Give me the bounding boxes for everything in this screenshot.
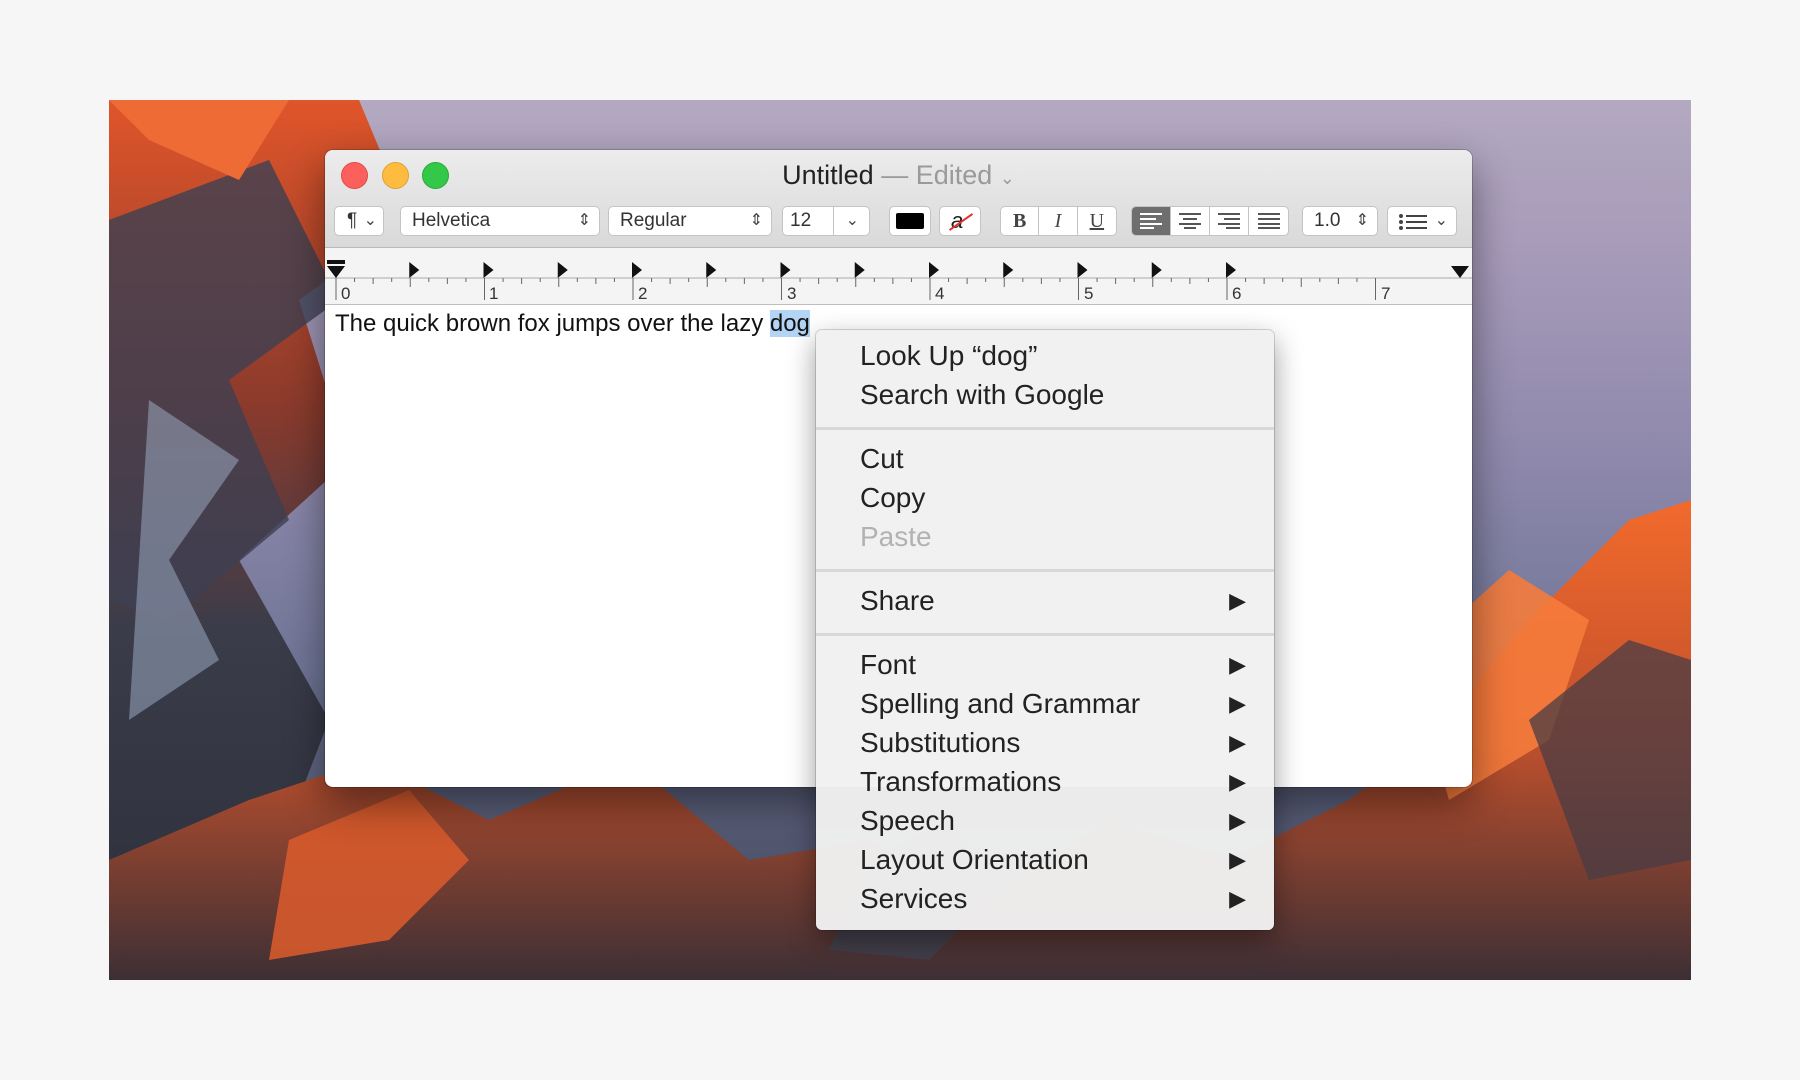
- menu-item-label: Speech: [860, 805, 955, 836]
- divider: [833, 207, 834, 235]
- chevron-down-icon: ⌄: [363, 212, 377, 229]
- menu-item-label: Services: [860, 883, 968, 914]
- submenu-arrow-icon: ▶: [1229, 730, 1246, 755]
- menu-item-transformations[interactable]: Transformations ▶: [860, 764, 1246, 800]
- menu-item-layout-orientation[interactable]: Layout Orientation ▶: [860, 842, 1246, 878]
- menu-separator: [816, 633, 1274, 636]
- up-down-arrows-icon: ⇕: [1355, 212, 1369, 229]
- justify-icon: [1257, 213, 1280, 229]
- menu-item-label: Substitutions: [860, 727, 1021, 758]
- menu-item-cut[interactable]: Cut: [860, 441, 1246, 477]
- menu-separator: [816, 569, 1274, 572]
- titlebar: Untitled — Edited ⌄ ¶ ⌄ Helvetica ⇕ Regu…: [325, 150, 1472, 248]
- ruler-number: 7: [1381, 284, 1391, 303]
- justify-button[interactable]: [1249, 207, 1288, 235]
- ruler-number: 2: [638, 284, 648, 303]
- edited-status: Edited: [915, 160, 993, 190]
- menu-item-label: Layout Orientation: [860, 844, 1089, 875]
- document-text-body: The quick brown fox jumps over the lazy: [335, 310, 770, 337]
- font-style-value: Regular: [620, 210, 687, 231]
- font-family-value: Helvetica: [412, 210, 491, 231]
- menu-item-label: Share: [860, 585, 935, 616]
- ruler-number: 5: [1084, 284, 1094, 303]
- up-down-arrows-icon: ⇕: [577, 212, 591, 229]
- menu-item-label: Transformations: [860, 766, 1062, 797]
- align-left-button[interactable]: [1132, 207, 1171, 235]
- line-spacing-select[interactable]: 1.0 ⇕: [1302, 206, 1378, 236]
- align-left-icon: [1140, 213, 1162, 229]
- underline-button[interactable]: U: [1078, 207, 1116, 235]
- submenu-arrow-icon: ▶: [1229, 847, 1246, 872]
- text-color-well[interactable]: [889, 206, 931, 236]
- paragraph-style-popup[interactable]: ¶ ⌄: [334, 206, 384, 236]
- selected-word: dog: [769, 310, 810, 337]
- color-swatch: [896, 213, 924, 229]
- menu-item-search-google[interactable]: Search with Google: [860, 377, 1246, 413]
- menu-item-font[interactable]: Font ▶: [860, 647, 1246, 683]
- menu-item-label: Spelling and Grammar: [860, 688, 1141, 719]
- menu-item-paste: Paste: [860, 521, 932, 552]
- ruler[interactable]: 0 1 2 3 4 5 6 7: [325, 248, 1472, 305]
- align-right-button[interactable]: [1210, 207, 1249, 235]
- ruler-number: 6: [1232, 284, 1242, 303]
- document-text[interactable]: The quick brown fox jumps over the lazy …: [335, 310, 810, 338]
- list-style-popup[interactable]: ⌄: [1387, 206, 1457, 236]
- bold-button[interactable]: B: [1001, 207, 1040, 235]
- menu-item-share[interactable]: Share ▶: [860, 583, 1246, 619]
- align-right-icon: [1218, 213, 1240, 229]
- document-name: Untitled: [782, 160, 874, 190]
- highlight-color-well[interactable]: a: [939, 206, 981, 236]
- font-size-combo[interactable]: 12 ⌄: [782, 206, 870, 236]
- chevron-down-icon: ⌄: [999, 168, 1015, 188]
- title-separator: —: [881, 160, 909, 190]
- submenu-arrow-icon: ▶: [1229, 588, 1246, 613]
- submenu-arrow-icon: ▶: [1229, 769, 1246, 794]
- menu-item-label: Font: [860, 649, 917, 680]
- chevron-down-icon: ⌄: [845, 212, 859, 229]
- text-style-segment: B I U: [1000, 206, 1117, 236]
- ruler-number: 1: [489, 284, 499, 303]
- font-style-select[interactable]: Regular ⇕: [608, 206, 772, 236]
- menu-item-copy[interactable]: Copy: [860, 480, 1246, 516]
- menu-item-services[interactable]: Services ▶: [860, 881, 1246, 917]
- menu-item-look-up[interactable]: Look Up “dog”: [860, 338, 1246, 374]
- submenu-arrow-icon: ▶: [1229, 886, 1246, 911]
- bullet-list-icon: [1399, 214, 1427, 230]
- ruler-number: 4: [935, 284, 945, 303]
- line-spacing-value: 1.0: [1314, 210, 1341, 231]
- menu-separator: [816, 427, 1274, 430]
- ruler-number: 0: [341, 284, 351, 303]
- italic-button[interactable]: I: [1039, 207, 1078, 235]
- up-down-arrows-icon: ⇕: [749, 212, 763, 229]
- window-title[interactable]: Untitled — Edited ⌄: [325, 160, 1472, 191]
- menu-item-speech[interactable]: Speech ▶: [860, 803, 1246, 839]
- submenu-arrow-icon: ▶: [1229, 691, 1246, 716]
- font-size-value: 12: [790, 210, 812, 231]
- align-center-icon: [1179, 213, 1201, 229]
- alignment-segment: [1131, 206, 1289, 236]
- paragraph-icon: ¶: [347, 210, 358, 231]
- font-family-select[interactable]: Helvetica ⇕: [400, 206, 600, 236]
- context-menu: Look Up “dog” Search with Google Cut Cop…: [816, 330, 1274, 930]
- chevron-down-icon: ⌄: [1434, 212, 1448, 229]
- ruler-number: 3: [787, 284, 797, 303]
- align-center-button[interactable]: [1171, 207, 1210, 235]
- menu-item-substitutions[interactable]: Substitutions ▶: [860, 725, 1246, 761]
- submenu-arrow-icon: ▶: [1229, 808, 1246, 833]
- menu-item-spelling[interactable]: Spelling and Grammar ▶: [860, 686, 1246, 722]
- submenu-arrow-icon: ▶: [1229, 652, 1246, 677]
